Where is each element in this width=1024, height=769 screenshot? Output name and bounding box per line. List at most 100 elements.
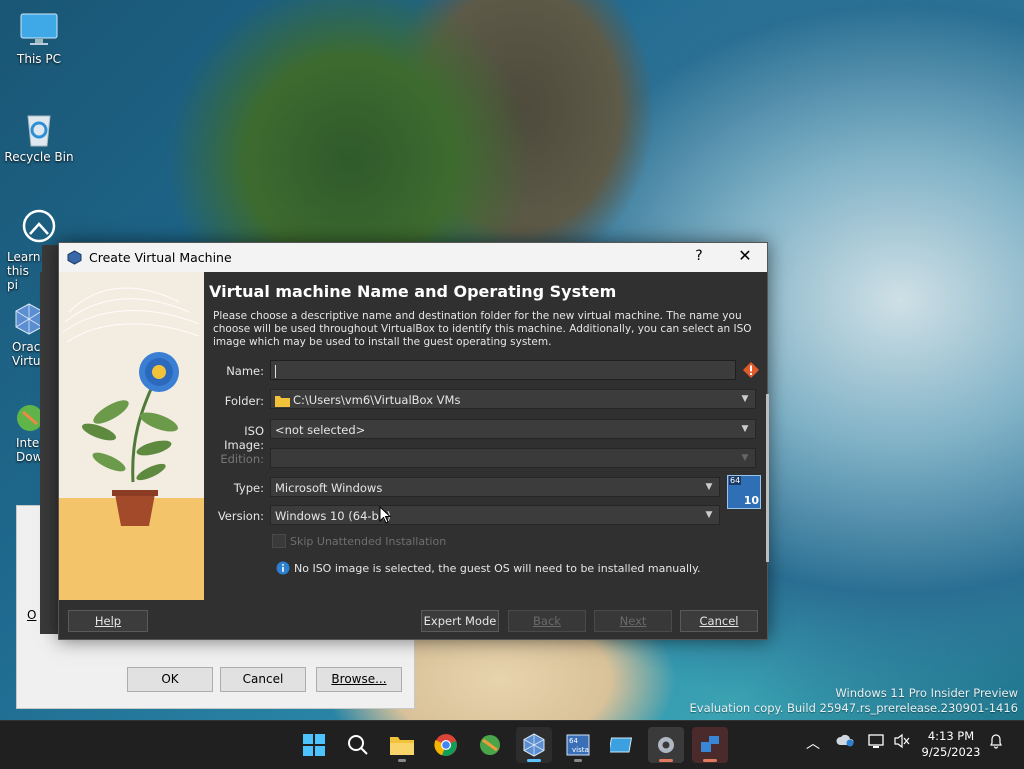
version-value: Windows 10 (64-bit) bbox=[275, 509, 392, 523]
windows-logo-icon bbox=[303, 734, 325, 756]
info-message: No ISO image is selected, the guest OS w… bbox=[294, 562, 701, 575]
background-window-scrollbar[interactable] bbox=[766, 394, 769, 562]
name-input[interactable] bbox=[270, 360, 736, 380]
version-select[interactable]: Windows 10 (64-bit) ▼ bbox=[270, 505, 720, 525]
dialog-title: Create Virtual Machine bbox=[89, 250, 232, 265]
gear-icon bbox=[658, 737, 674, 753]
taskbar: 64 vista ︿ 4:13 PM 9/25/2023 bbox=[0, 720, 1024, 769]
iso-label: ISO Image: bbox=[224, 424, 264, 452]
taskbar-idm[interactable] bbox=[472, 727, 508, 763]
desktop-icon-learn-picture[interactable]: Learn this pi bbox=[3, 208, 56, 292]
remote-desktop-icon bbox=[701, 736, 719, 752]
chevron-down-icon[interactable]: ▼ bbox=[737, 390, 753, 408]
desktop-icon-label: Learn this pi bbox=[7, 250, 41, 292]
desktop-icon-recycle-bin[interactable]: Recycle Bin bbox=[3, 108, 75, 164]
info-icon bbox=[276, 561, 290, 578]
recycle-bin-icon bbox=[19, 108, 59, 148]
vm-window-icon bbox=[610, 737, 633, 753]
page-description: Please choose a descriptive name and des… bbox=[213, 310, 752, 348]
iso-select[interactable]: <not selected> ▼ bbox=[270, 419, 756, 439]
folder-select[interactable]: C:\Users\vm6\VirtualBox VMs ▼ bbox=[270, 389, 756, 409]
create-vm-dialog: Create Virtual Machine ? ✕ Virtual machi… bbox=[58, 242, 768, 640]
folder-value: C:\Users\vm6\VirtualBox VMs bbox=[293, 393, 461, 407]
chevron-down-icon[interactable]: ▼ bbox=[737, 420, 753, 438]
taskbar-settings[interactable] bbox=[648, 727, 684, 763]
type-select[interactable]: Microsoft Windows ▼ bbox=[270, 477, 720, 497]
running-indicator bbox=[527, 759, 541, 762]
iso-value: <not selected> bbox=[275, 423, 366, 437]
onedrive-icon[interactable] bbox=[836, 733, 854, 751]
monitor-icon bbox=[19, 10, 59, 50]
taskbar-clock[interactable]: 4:13 PM 9/25/2023 bbox=[920, 728, 982, 760]
ok-button[interactable]: OK bbox=[127, 667, 213, 692]
back-button[interactable]: Back bbox=[508, 610, 586, 632]
os-badge-bitness: 64 bbox=[729, 476, 742, 485]
vista-vm-icon: 64vista bbox=[566, 734, 590, 756]
next-button[interactable]: Next bbox=[594, 610, 672, 632]
running-indicator bbox=[398, 759, 406, 762]
cancel-button[interactable]: Cancel bbox=[680, 610, 758, 632]
context-help-button[interactable]: ? bbox=[691, 248, 707, 264]
page-heading: Virtual machine Name and Operating Syste… bbox=[209, 282, 617, 301]
help-button[interactable]: Help bbox=[68, 610, 148, 632]
dialog-footer: Help Expert Mode Back Next Cancel bbox=[59, 600, 767, 639]
taskbar-remote-desktop[interactable] bbox=[692, 727, 728, 763]
chevron-down-icon[interactable]: ▼ bbox=[701, 478, 717, 496]
chrome-icon bbox=[434, 734, 457, 756]
dialog-titlebar[interactable]: Create Virtual Machine ? ✕ bbox=[59, 243, 767, 272]
svg-text:vista: vista bbox=[572, 746, 589, 754]
name-label: Name: bbox=[226, 364, 264, 378]
watermark-line-2: Evaluation copy. Build 25947.rs_prerelea… bbox=[689, 701, 1018, 715]
desktop-icon-this-pc[interactable]: This PC bbox=[3, 10, 75, 66]
close-button[interactable]: ✕ bbox=[733, 246, 757, 265]
svg-text:64: 64 bbox=[569, 737, 578, 745]
tray-overflow-chevron-icon[interactable]: ︿ bbox=[806, 733, 820, 753]
skip-unattended-label: Skip Unattended Installation bbox=[290, 535, 447, 548]
taskbar-virtual-machine[interactable] bbox=[604, 727, 640, 763]
virtualbox-icon bbox=[67, 250, 82, 265]
folder-icon bbox=[275, 393, 290, 413]
volume-muted-icon[interactable] bbox=[893, 733, 911, 753]
edition-label: Edition: bbox=[220, 452, 264, 466]
skip-unattended-checkbox[interactable] bbox=[272, 534, 286, 548]
taskbar-virtualbox[interactable] bbox=[516, 727, 552, 763]
taskbar-start-button[interactable] bbox=[296, 727, 332, 763]
windows-watermark: Windows 11 Pro Insider Preview Evaluatio… bbox=[690, 686, 1018, 716]
type-label: Type: bbox=[233, 481, 264, 495]
expert-mode-button[interactable]: Expert Mode bbox=[421, 610, 499, 632]
folder-label: Folder: bbox=[224, 394, 264, 408]
wizard-content: Virtual machine Name and Operating Syste… bbox=[204, 272, 767, 600]
warning-icon bbox=[742, 361, 760, 382]
running-indicator bbox=[659, 759, 673, 762]
type-value: Microsoft Windows bbox=[275, 481, 383, 495]
taskbar-chrome[interactable] bbox=[428, 727, 464, 763]
text-cursor bbox=[275, 365, 276, 378]
taskbar-file-explorer[interactable] bbox=[384, 727, 420, 763]
edition-select: ▼ bbox=[270, 448, 756, 468]
watermark-line-1: Windows 11 Pro Insider Preview bbox=[835, 686, 1018, 700]
chevron-down-icon[interactable]: ▼ bbox=[701, 506, 717, 524]
os-badge-version: 10 bbox=[743, 494, 759, 507]
folder-icon bbox=[390, 737, 414, 755]
wizard-illustration bbox=[59, 272, 204, 600]
background-window-edge bbox=[40, 272, 58, 634]
clock-date: 9/25/2023 bbox=[921, 745, 981, 759]
windows-10-os-icon: 64 10 bbox=[727, 475, 761, 509]
download-manager-icon bbox=[480, 735, 500, 755]
mouse-pointer bbox=[379, 505, 392, 527]
background-dialog-fragment: O bbox=[27, 608, 37, 622]
browse-button[interactable]: Browse... bbox=[316, 667, 402, 692]
clock-time: 4:13 PM bbox=[927, 729, 975, 743]
desktop-icon-label: This PC bbox=[17, 52, 61, 66]
cancel-button[interactable]: Cancel bbox=[220, 667, 306, 692]
notification-bell-icon[interactable] bbox=[988, 733, 1004, 753]
camera-icon bbox=[19, 208, 59, 248]
network-icon[interactable] bbox=[868, 733, 886, 753]
version-label: Version: bbox=[217, 509, 264, 523]
taskbar-search-button[interactable] bbox=[340, 727, 376, 763]
search-icon bbox=[348, 735, 368, 755]
desktop-icon-label: Recycle Bin bbox=[4, 150, 74, 164]
running-indicator bbox=[703, 759, 717, 762]
running-indicator bbox=[574, 759, 582, 762]
taskbar-vista-vm[interactable]: 64 vista bbox=[560, 727, 596, 763]
